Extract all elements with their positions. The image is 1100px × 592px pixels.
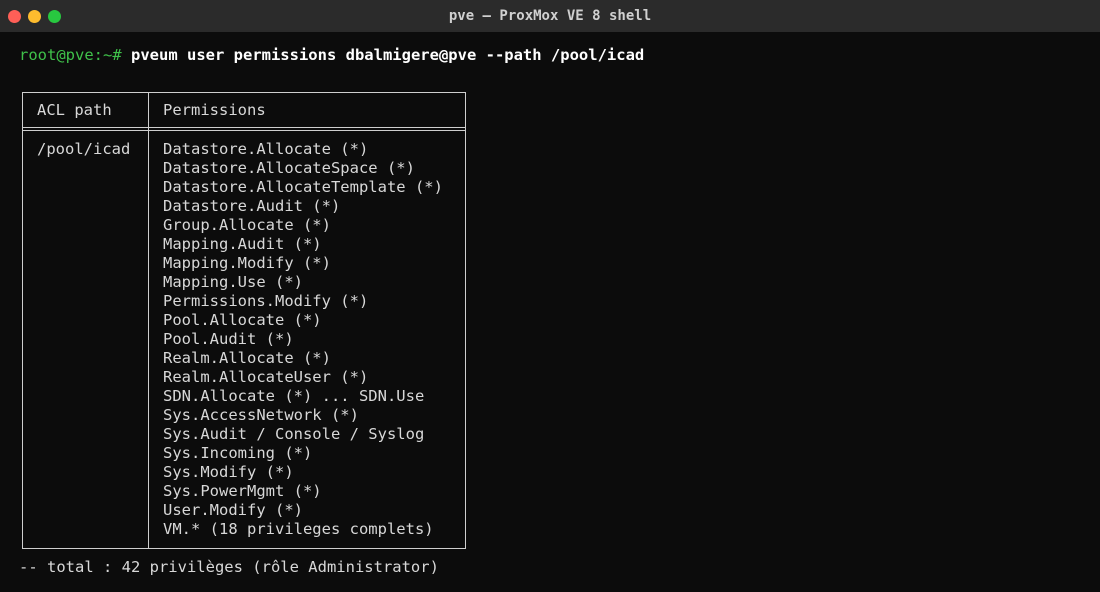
permission-item: VM.* (18 privileges complets) (163, 520, 434, 538)
permission-item: Sys.Modify (*) (163, 463, 294, 481)
permission-item: Sys.AccessNetwork (*) (163, 406, 359, 424)
column-divider (148, 93, 149, 548)
permissions-table: ACL path Permissions /pool/icad Datastor… (22, 92, 466, 549)
shell-prompt: root@pve:~# (19, 46, 122, 64)
permission-item: Sys.Audit / Console / Syslog (163, 425, 425, 443)
permission-item: Pool.Allocate (*) (163, 311, 322, 329)
terminal-area[interactable]: root@pve:~# pveum user permissions dbalm… (0, 32, 1100, 592)
permission-item: Mapping.Audit (*) (163, 235, 322, 253)
permission-item: Datastore.Allocate (*) (163, 140, 369, 158)
window-title: pve — ProxMox VE 8 shell (448, 8, 652, 24)
permission-item: Group.Allocate (*) (163, 216, 331, 234)
command-text: pveum user permissions dbalmigere@pve --… (131, 46, 645, 64)
permission-item: Sys.PowerMgmt (*) (163, 482, 322, 500)
permissions-list: Datastore.Allocate (*) Datastore.Allocate… (163, 140, 443, 539)
permission-item: SDN.Allocate (*) ... SDN.Use (163, 387, 425, 405)
permission-item: Realm.AllocateUser (*) (163, 368, 369, 386)
permission-item: Datastore.Audit (*) (163, 197, 341, 215)
command-line: root@pve:~# pveum user permissions dbalm… (19, 46, 644, 65)
permission-item: Sys.Incoming (*) (163, 444, 313, 462)
header-acl-path: ACL path (37, 101, 112, 119)
window-titlebar: pve — ProxMox VE 8 shell (0, 0, 1100, 32)
permission-item: Pool.Audit (*) (163, 330, 294, 348)
summary-line: -- total : 42 privilèges (rôle Administr… (19, 558, 439, 576)
permission-item: Realm.Allocate (*) (163, 349, 331, 367)
header-separator (23, 127, 465, 131)
permission-item: Mapping.Modify (*) (163, 254, 331, 272)
permission-item: Permissions.Modify (*) (163, 292, 369, 310)
permission-item: Datastore.AllocateSpace (*) (163, 159, 415, 177)
acl-path-cell: /pool/icad (37, 140, 131, 158)
permission-item: Mapping.Use (*) (163, 273, 303, 291)
permission-item: User.Modify (*) (163, 501, 303, 519)
header-permissions: Permissions (163, 101, 266, 119)
permission-item: Datastore.AllocateTemplate (*) (163, 178, 443, 196)
